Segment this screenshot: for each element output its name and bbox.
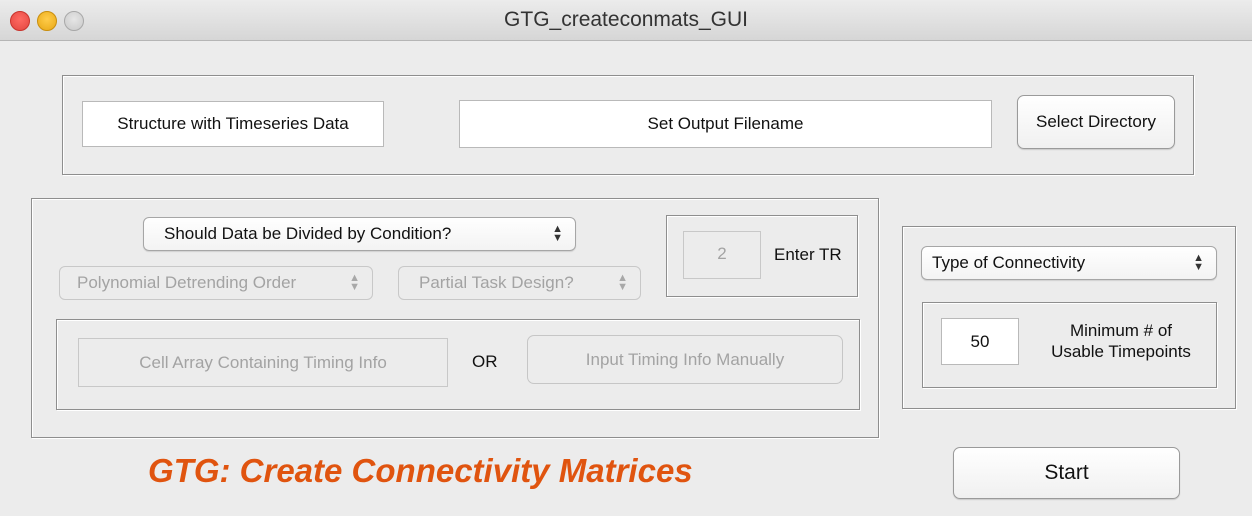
timing-cell-array-field[interactable]: Cell Array Containing Timing Info	[78, 338, 448, 387]
popup-arrows-icon: ▲ ▼	[1193, 252, 1204, 273]
partial-task-design-popup[interactable]: Partial Task Design? ▲ ▼	[398, 266, 641, 300]
min-timepoints-label-line1: Minimum # of	[1069, 321, 1173, 340]
connectivity-type-popup[interactable]: Type of Connectivity ▲ ▼	[921, 246, 1217, 280]
divide-by-condition-popup[interactable]: Should Data be Divided by Condition? ▲ ▼	[143, 217, 576, 251]
app-window: GTG_createconmats_GUI Structure with Tim…	[0, 0, 1252, 516]
tr-input[interactable]: 2	[683, 231, 761, 279]
popup-arrows-icon: ▲ ▼	[349, 272, 360, 293]
popup-arrows-icon: ▲ ▼	[552, 223, 563, 244]
partial-task-design-label: Partial Task Design?	[419, 273, 574, 292]
input-timing-manually-button[interactable]: Input Timing Info Manually	[527, 335, 843, 384]
app-title: GTG: Create Connectivity Matrices	[148, 452, 693, 489]
or-label: OR	[472, 352, 498, 371]
divide-by-condition-label: Should Data be Divided by Condition?	[164, 224, 452, 243]
output-filename-field[interactable]: Set Output Filename	[459, 100, 992, 148]
min-timepoints-input[interactable]: 50	[941, 318, 1019, 365]
polynomial-detrending-label: Polynomial Detrending Order	[77, 273, 297, 292]
min-timepoints-label-line2: Usable Timepoints	[1051, 342, 1191, 361]
min-timepoints-label: Minimum # of Usable Timepoints	[1032, 320, 1210, 362]
popup-arrows-icon: ▲ ▼	[617, 272, 628, 293]
select-directory-button[interactable]: Select Directory	[1017, 95, 1175, 149]
title-bar: GTG_createconmats_GUI	[0, 0, 1252, 41]
tr-label: Enter TR	[774, 245, 842, 264]
timeseries-data-field[interactable]: Structure with Timeseries Data	[82, 101, 384, 147]
connectivity-type-label: Type of Connectivity	[932, 253, 1086, 272]
window-title: GTG_createconmats_GUI	[504, 8, 748, 31]
polynomial-detrending-popup[interactable]: Polynomial Detrending Order ▲ ▼	[59, 266, 373, 300]
start-button[interactable]: Start	[953, 447, 1180, 499]
